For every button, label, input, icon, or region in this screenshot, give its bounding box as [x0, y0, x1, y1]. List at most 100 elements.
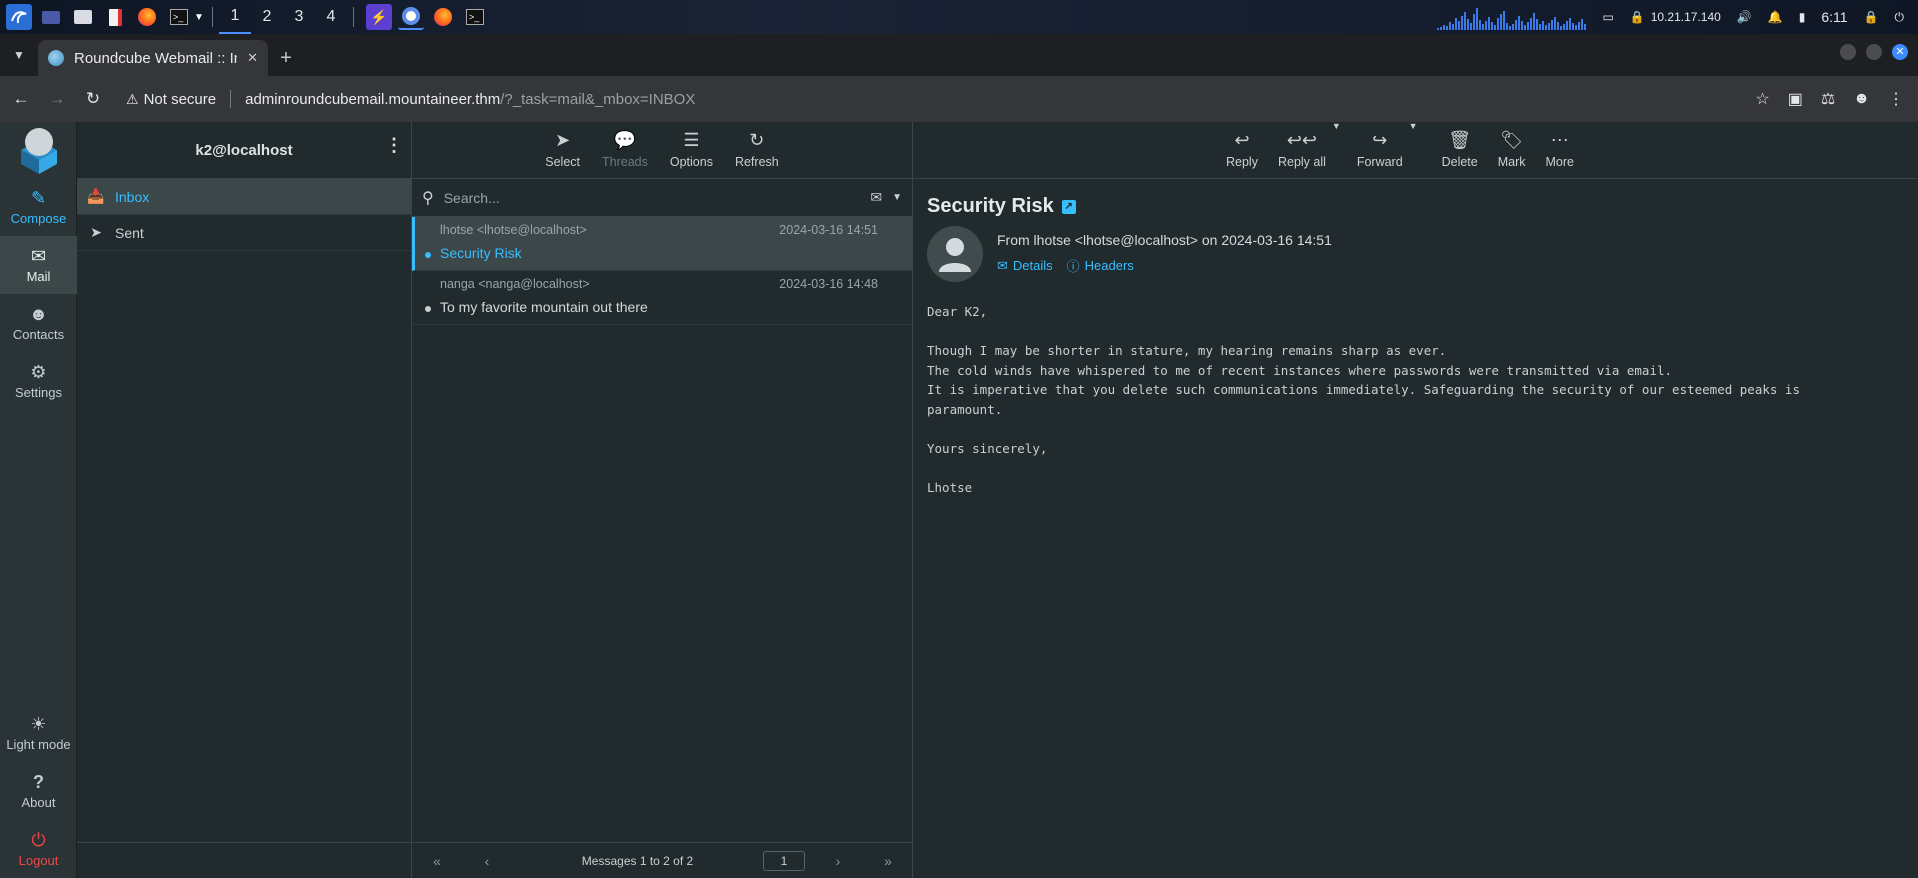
more-button[interactable]: ⋯ More [1542, 131, 1578, 169]
tab-search-chevron-icon[interactable]: ▼ [0, 34, 38, 76]
threads-button[interactable]: 💬 Threads [598, 131, 652, 169]
cpu-graph-bar [1569, 18, 1572, 30]
workspace-4[interactable]: 4 [315, 0, 347, 34]
message-row[interactable]: nanga <nanga@localhost> 2024-03-16 14:48… [412, 271, 912, 325]
light-mode-button[interactable]: ☀ Light mode [0, 704, 77, 762]
battery-icon[interactable]: ▮ [1799, 10, 1806, 24]
message-status-dot-icon [425, 306, 431, 312]
folder-options-kebab-icon[interactable]: ⋮ [385, 136, 403, 154]
lock-screen-icon[interactable]: 🔒 [1864, 10, 1879, 24]
firefox-icon[interactable] [430, 4, 456, 30]
power-icon[interactable]: ⏻ [1895, 10, 1905, 25]
contacts-users-icon: ☻ [29, 303, 48, 324]
folder-panel-footer [77, 842, 412, 878]
folder-inbox[interactable]: 📥 Inbox [77, 179, 411, 215]
cpu-graph-bar [1461, 16, 1464, 30]
profile-icon[interactable]: ☻ [1853, 90, 1870, 108]
first-page-icon[interactable]: « [412, 853, 462, 869]
cpu-graph-bar [1449, 22, 1452, 30]
question-mark-icon: ? [33, 771, 44, 792]
browser-tab[interactable]: Roundcube Webmail :: In ✕ [38, 40, 268, 76]
comments-icon: 💬 [613, 130, 637, 150]
close-tab-icon[interactable]: ✕ [247, 50, 258, 66]
kali-menu-icon[interactable] [6, 4, 32, 30]
cpu-graph-bar [1551, 20, 1554, 30]
cpu-graph-bar [1473, 14, 1476, 30]
folder-panel: k2@localhost ⋮ 📥 Inbox ➤ Sent [77, 122, 412, 878]
message-count: Messages 1 to 2 of 2 [581, 853, 694, 868]
workspace-2[interactable]: 2 [251, 0, 283, 34]
compose-button[interactable]: ✎ Compose [0, 178, 77, 236]
chromium-icon[interactable] [398, 4, 424, 30]
details-link[interactable]: ✉ Details [997, 256, 1053, 275]
minimize-button[interactable] [1840, 44, 1856, 60]
cpu-graph-bar [1527, 22, 1530, 30]
mail-nav-button[interactable]: ✉ Mail [0, 236, 77, 294]
close-window-button[interactable]: ✕ [1892, 44, 1908, 60]
logout-button[interactable]: ⏻ Logout [0, 820, 77, 878]
roundcube-logo[interactable] [0, 122, 77, 178]
forward-dropdown-chevron-icon[interactable]: ▼ [1409, 121, 1418, 131]
cpu-graph-bar [1497, 18, 1500, 30]
folder-panel-header: k2@localhost ⋮ [77, 122, 411, 179]
envelope-icon: ✉ [997, 257, 1008, 273]
search-options-chevron-down-icon[interactable]: ▼ [892, 192, 902, 203]
desktop-icon[interactable] [38, 4, 64, 30]
reply-all-dropdown-chevron-icon[interactable]: ▼ [1332, 121, 1341, 131]
chevron-down-icon[interactable]: ▼ [192, 4, 206, 30]
workspace-1[interactable]: 1 [219, 0, 251, 34]
last-page-icon[interactable]: » [863, 853, 913, 869]
display-icon[interactable]: ▭ [1602, 10, 1613, 24]
browser-menu-icon[interactable]: ⋮ [1888, 89, 1904, 109]
unread-filter-envelope-icon[interactable]: ✉ [870, 189, 882, 206]
new-tab-button[interactable]: + [268, 40, 304, 76]
contacts-nav-button[interactable]: ☻ Contacts [0, 294, 77, 352]
address-bar[interactable]: ⚠ Not secure adminroundcubemail.mountain… [118, 82, 1745, 116]
headers-link[interactable]: ⓘ Headers [1067, 256, 1134, 275]
reload-button[interactable]: ↻ [78, 84, 108, 114]
settings-nav-button[interactable]: ⚙ Settings [0, 352, 77, 410]
burp-icon[interactable]: ⚡ [366, 4, 392, 30]
nav-bottom-group: ☀ Light mode ? About ⏻ Logout [0, 704, 77, 878]
terminal-icon[interactable]: >_ [462, 4, 488, 30]
forward-button[interactable]: → [42, 84, 72, 114]
labs-flask-icon[interactable]: ⚖ [1821, 89, 1835, 109]
message-row[interactable]: lhotse <lhotse@localhost> 2024-03-16 14:… [412, 217, 912, 271]
reply-button[interactable]: ↩ Reply [1222, 131, 1262, 169]
cpu-graph-bar [1464, 12, 1467, 30]
cpu-graph-bar [1575, 25, 1578, 30]
about-button[interactable]: ? About [0, 762, 77, 820]
mail-label: Mail [26, 268, 51, 284]
security-indicator[interactable]: ⚠ Not secure [126, 91, 216, 108]
browser-actions: ☆ ▣ ⚖ ☻ ⋮ [1755, 89, 1904, 109]
previous-page-icon[interactable]: ‹ [462, 853, 512, 869]
bookmark-star-icon[interactable]: ☆ [1755, 89, 1769, 109]
clock[interactable]: 6:11 [1821, 9, 1847, 25]
cpu-graph-bar [1515, 20, 1518, 30]
options-button[interactable]: ☰ Options [666, 131, 717, 169]
text-editor-icon[interactable] [102, 4, 128, 30]
search-input[interactable] [443, 189, 861, 206]
folder-sent[interactable]: ➤ Sent [77, 215, 411, 251]
open-in-new-window-icon[interactable]: ↗ [1061, 199, 1076, 214]
maximize-button[interactable] [1866, 44, 1882, 60]
delete-button[interactable]: 🗑 Delete [1438, 131, 1482, 169]
file-manager-icon[interactable] [70, 4, 96, 30]
next-page-icon[interactable]: › [813, 853, 863, 869]
refresh-button[interactable]: ↻ Refresh [731, 131, 783, 169]
forward-button[interactable]: ↪ Forward [1353, 131, 1407, 169]
select-button[interactable]: ➤ Select [541, 131, 584, 169]
firefox-icon[interactable] [134, 4, 160, 30]
workspace-3[interactable]: 3 [283, 0, 315, 34]
notification-bell-icon[interactable]: 🔔 [1768, 10, 1783, 24]
page-number-input[interactable]: 1 [763, 850, 805, 871]
mark-button[interactable]: 🏷 Mark [1494, 131, 1530, 169]
extensions-icon[interactable]: ▣ [1788, 89, 1803, 109]
cpu-graph-bar [1488, 17, 1491, 30]
cpu-graph-bar [1476, 8, 1479, 30]
reply-all-button[interactable]: ↩↩ Reply all [1274, 131, 1330, 169]
terminal-icon[interactable]: >_ [166, 4, 192, 30]
back-button[interactable]: ← [6, 84, 36, 114]
volume-icon[interactable]: 🔊 [1737, 10, 1752, 24]
vpn-lock-icon[interactable]: 🔒 [1630, 10, 1645, 24]
